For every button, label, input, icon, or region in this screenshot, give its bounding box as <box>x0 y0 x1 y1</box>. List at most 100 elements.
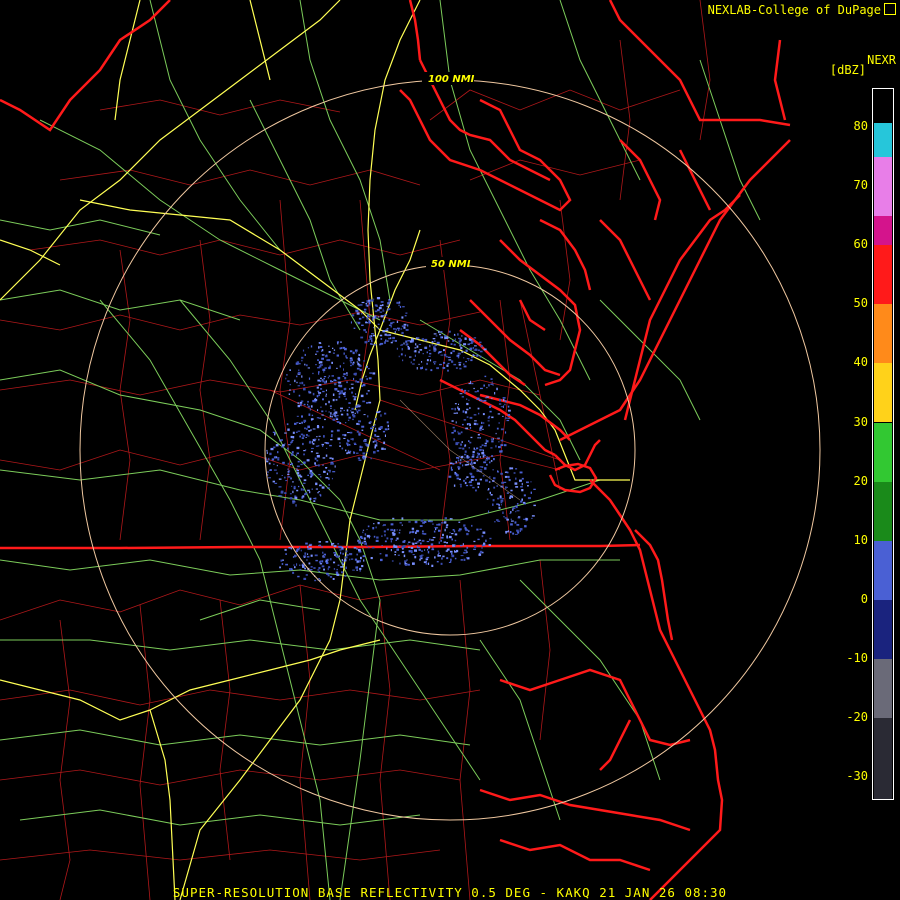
echo-pixel <box>291 453 294 456</box>
echo-pixel <box>344 574 347 577</box>
echo-pixel <box>434 344 438 346</box>
echo-pixel <box>417 546 420 549</box>
echo-pixel <box>476 459 479 462</box>
echo-pixel <box>505 486 507 489</box>
echo-pixel <box>291 462 293 465</box>
echo-pixel <box>363 414 366 416</box>
echo-pixel <box>321 350 323 352</box>
echo-pixel <box>446 524 449 526</box>
echo-pixel <box>487 420 490 422</box>
echo-pixel <box>278 486 282 488</box>
echo-pixel <box>489 491 491 494</box>
echo-pixel <box>401 316 404 319</box>
echo-pixel <box>315 364 317 366</box>
echo-pixel <box>352 395 354 398</box>
echo-pixel <box>381 535 383 537</box>
echo-pixel <box>479 428 482 431</box>
echo-pixel <box>320 388 323 390</box>
echo-pixel <box>477 455 479 457</box>
echo-pixel <box>310 405 313 408</box>
scale-band <box>874 599 892 659</box>
echo-pixel <box>493 458 495 461</box>
echo-pixel <box>454 333 456 336</box>
radar-map: 100 NMI 50 NMI <box>0 0 821 900</box>
echo-pixel <box>330 380 332 383</box>
echo-pixel <box>440 331 443 333</box>
echo-pixel <box>350 321 352 324</box>
echo-pixel <box>394 554 396 556</box>
echo-pixel <box>383 341 386 344</box>
echo-pixel <box>287 462 289 465</box>
echo-pixel <box>311 488 313 490</box>
echo-pixel <box>483 384 485 387</box>
echo-pixel <box>319 484 322 487</box>
echo-pixel <box>310 554 313 557</box>
echo-pixel <box>392 340 394 342</box>
nexlab-credit[interactable]: NEXLAB-College of DuPage <box>708 3 896 17</box>
echo-pixel <box>479 550 483 554</box>
echo-pixel <box>343 409 345 412</box>
roads <box>0 0 761 900</box>
echo-pixel <box>419 349 423 351</box>
echo-pixel <box>390 325 392 328</box>
echo-pixel <box>489 537 492 540</box>
echo-pixel <box>380 338 383 340</box>
echo-pixel <box>377 323 380 325</box>
echo-pixel <box>457 432 461 435</box>
echo-pixel <box>399 522 402 524</box>
echo-pixel <box>297 474 301 477</box>
echo-pixel <box>300 463 303 466</box>
echo-pixel <box>402 359 404 362</box>
echo-pixel <box>294 496 298 499</box>
echo-pixel <box>351 363 354 366</box>
echo-pixel <box>424 338 428 342</box>
echo-pixel <box>485 439 487 442</box>
echo-pixel <box>322 551 324 554</box>
echo-pixel <box>322 368 326 371</box>
echo-pixel <box>362 316 365 319</box>
echo-pixel <box>357 457 361 460</box>
echo-pixel <box>325 354 328 357</box>
echo-pixel <box>266 460 269 463</box>
echo-pixel <box>286 374 288 376</box>
echo-pixel <box>379 311 383 313</box>
echo-pixel <box>393 340 395 342</box>
echo-pixel <box>340 341 342 343</box>
echo-pixel <box>380 342 384 345</box>
echo-pixel <box>305 449 307 451</box>
echo-pixel <box>322 444 324 447</box>
echo-pixel <box>446 548 450 551</box>
echo-pixel <box>307 435 310 437</box>
echo-pixel <box>461 396 464 398</box>
echo-pixel <box>337 437 341 441</box>
echo-pixel <box>304 552 307 555</box>
echo-pixel <box>484 375 487 378</box>
echo-pixel <box>379 334 383 337</box>
echo-pixel <box>337 390 340 392</box>
echo-pixel <box>369 316 371 318</box>
echo-pixel <box>446 542 448 544</box>
echo-pixel <box>322 390 325 393</box>
echo-pixel <box>317 359 319 361</box>
echo-pixel <box>293 485 296 488</box>
echo-pixel <box>358 550 362 553</box>
echo-pixel <box>359 448 362 452</box>
echo-pixel <box>489 410 492 413</box>
echo-pixel <box>366 529 368 531</box>
echo-pixel <box>361 565 364 568</box>
echo-pixel <box>317 367 320 369</box>
echo-pixel <box>312 392 315 396</box>
echo-pixel <box>384 333 387 336</box>
echo-pixel <box>415 531 417 534</box>
echo-pixel <box>459 393 463 395</box>
echo-pixel <box>445 550 448 552</box>
echo-pixel <box>361 301 365 304</box>
echo-pixel <box>454 533 458 536</box>
echo-pixel <box>449 462 453 464</box>
echo-pixel <box>463 524 466 527</box>
echo-pixel <box>314 554 318 557</box>
echo-pixel <box>295 454 298 457</box>
echo-pixel <box>290 435 293 439</box>
echo-pixel <box>296 472 300 475</box>
echo-pixel <box>302 434 305 437</box>
